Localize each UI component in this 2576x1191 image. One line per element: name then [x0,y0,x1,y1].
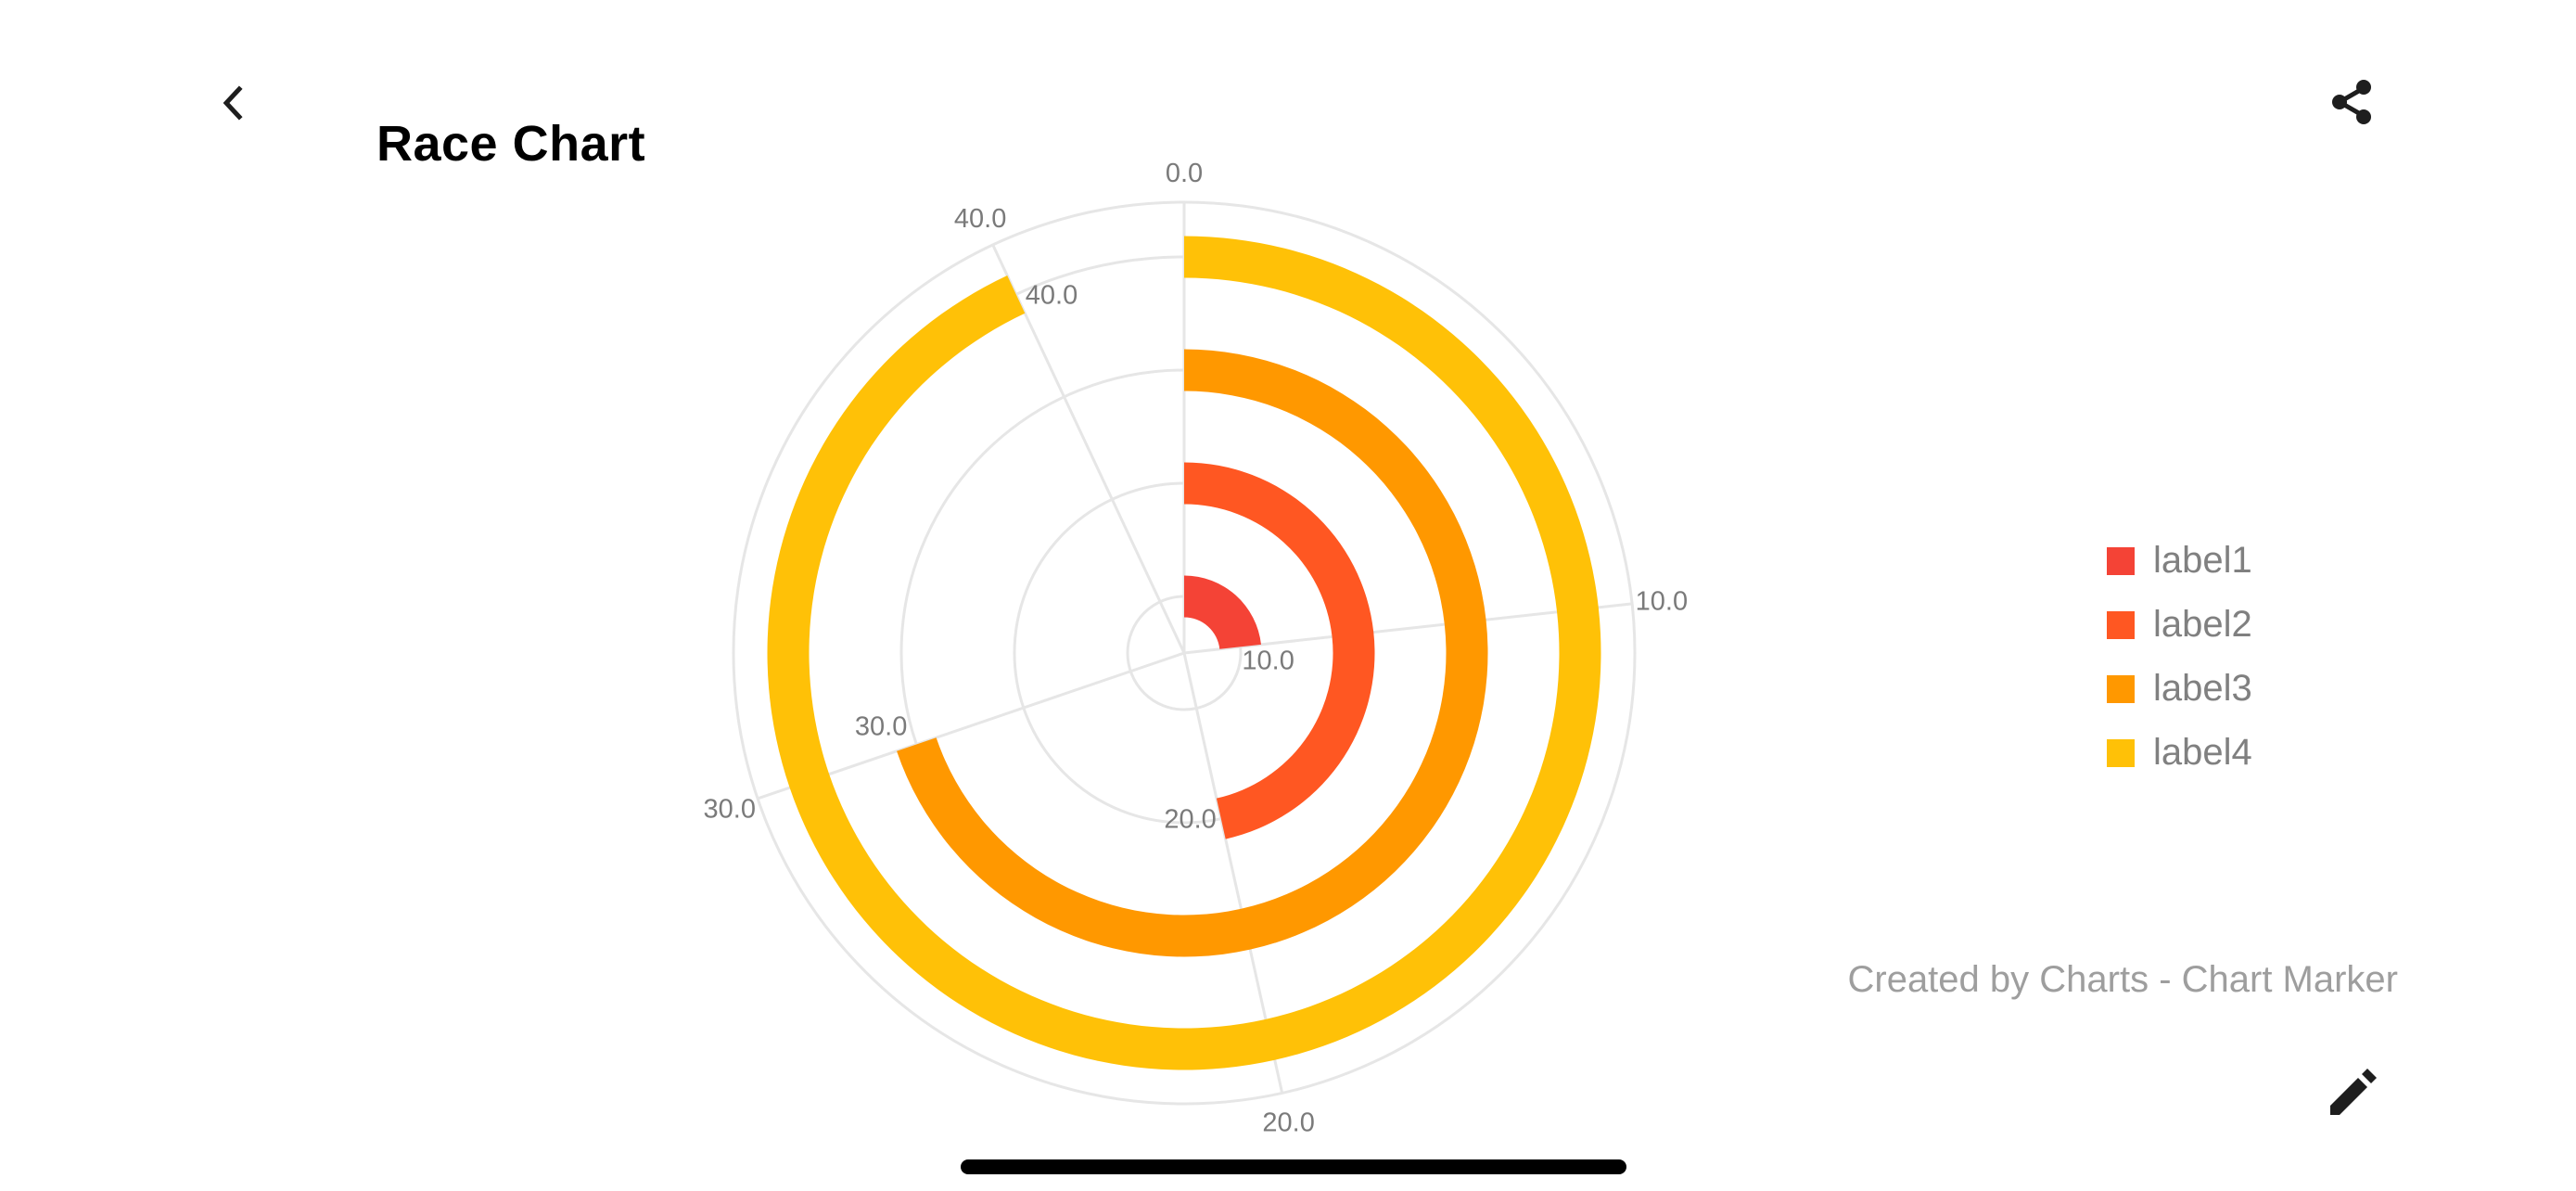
legend-swatch [2107,738,2135,767]
chart-legend: label1 label2 label3 label4 [2107,529,2252,785]
angle-tick-label: 40.0 [954,204,1006,234]
credit-text: Created by Charts - Chart Marker [1847,959,2398,1000]
legend-label: label2 [2153,604,2252,645]
bar-label1[interactable] [1184,575,1261,649]
angle-tick-label: 20.0 [1262,1108,1314,1138]
legend-swatch [2107,546,2135,575]
data-label-label2: 20.0 [1164,805,1216,835]
legend-label: label4 [2153,732,2252,773]
edit-button[interactable] [2323,1063,2382,1122]
chart-labels: 0.0 10.0 20.0 30.0 40.0 10.0 20.0 30.0 40.0 [704,159,1689,1138]
legend-item-label2[interactable]: label2 [2107,593,2252,657]
legend-swatch [2107,674,2135,703]
chart-grid [732,200,1637,1106]
legend-item-label3[interactable]: label3 [2107,657,2252,721]
angle-tick-label: 10.0 [1636,586,1688,616]
angle-tick-label: 30.0 [704,794,756,824]
data-label-label1: 10.0 [1242,646,1294,675]
legend-label: label1 [2153,540,2252,581]
angle-tick-label: 0.0 [1166,159,1203,188]
home-indicator[interactable] [961,1159,1626,1174]
data-label-label4: 40.0 [1026,280,1078,310]
legend-item-label1[interactable]: label1 [2107,529,2252,593]
legend-swatch [2107,610,2135,639]
pencil-icon [2330,1069,2377,1115]
legend-label: label3 [2153,668,2252,709]
legend-item-label4[interactable]: label4 [2107,721,2252,785]
data-label-label3: 30.0 [855,711,907,741]
